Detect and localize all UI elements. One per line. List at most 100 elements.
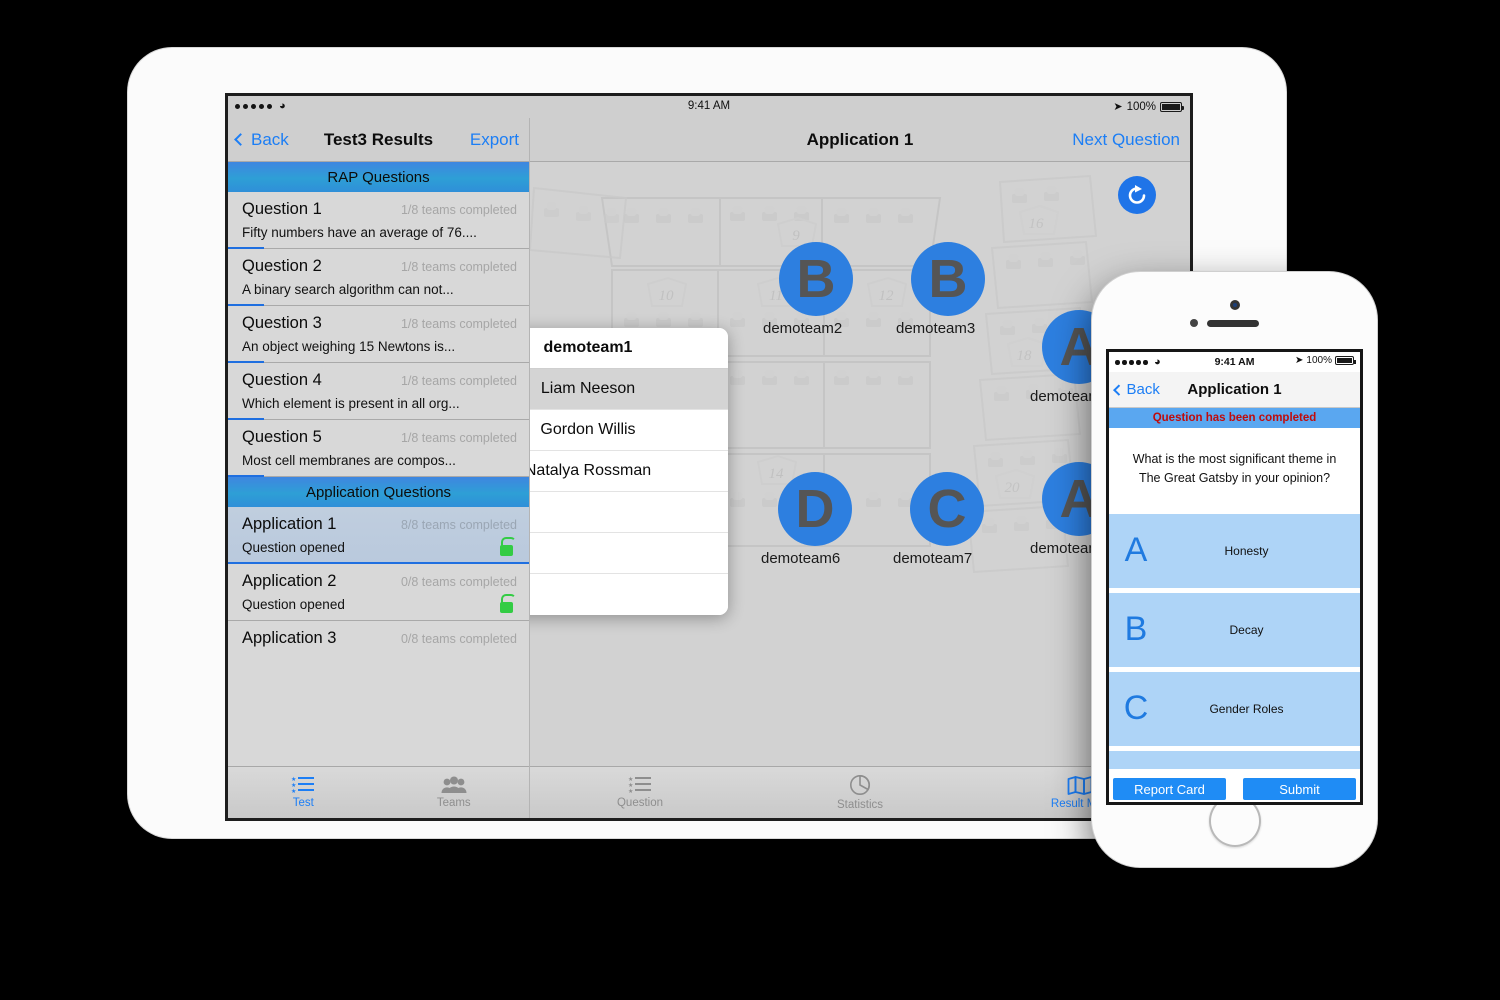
people-icon	[441, 776, 467, 793]
question-row-3[interactable]: Question 3 1/8 teams completed An object…	[228, 306, 529, 363]
refresh-button[interactable]	[1118, 176, 1156, 214]
iphone-proximity-sensor-icon	[1190, 319, 1198, 327]
row-title: Question 3	[242, 314, 322, 332]
team-bubble-demoteam3[interactable]: B	[911, 242, 985, 316]
application-row-1[interactable]: Application 1 8/8 teams completed Questi…	[228, 507, 529, 564]
row-progress-bar	[228, 474, 265, 477]
svg-text:16: 16	[1029, 216, 1045, 232]
tab-teams[interactable]: Teams	[394, 776, 514, 809]
option-letter: A	[1124, 531, 1148, 569]
result-map-canvas[interactable]: 9 10 11 12 14 16 18 20 B demoteam2 B dem…	[530, 162, 1190, 766]
location-arrow-icon: ➤	[1295, 355, 1304, 366]
question-row-2[interactable]: Question 2 1/8 teams completed A binary …	[228, 249, 529, 306]
team-answer: B	[928, 249, 968, 309]
section-header-application: Application Questions	[228, 477, 529, 507]
svg-text:★: ★	[628, 782, 633, 789]
application-row-2[interactable]: Application 2 0/8 teams completed Questi…	[228, 564, 529, 621]
popover-empty-row	[530, 533, 728, 574]
back-button[interactable]: Back	[1113, 381, 1160, 398]
popover-member-1[interactable]: Liam Neeson	[530, 369, 728, 410]
chevron-left-icon	[1113, 384, 1125, 395]
svg-text:10: 10	[659, 288, 675, 304]
application-row-3[interactable]: Application 3 0/8 teams completed	[228, 621, 529, 657]
tab-statistics[interactable]: Statistics	[800, 774, 920, 811]
svg-text:20: 20	[1005, 480, 1021, 496]
export-button[interactable]: Export	[470, 130, 519, 150]
row-subtitle: Question opened	[242, 540, 345, 555]
row-title: Question 5	[242, 428, 322, 446]
option-letter: C	[1123, 689, 1149, 727]
battery-icon	[1335, 356, 1356, 365]
row-title: Application 3	[242, 629, 337, 647]
row-subtitle: Most cell membranes are compos...	[242, 453, 456, 468]
back-button[interactable]: Back	[234, 130, 289, 150]
option-text: Decay	[1229, 622, 1264, 637]
master-navbar: Back Test3 Results Export	[228, 118, 529, 162]
svg-text:18: 18	[1017, 348, 1033, 364]
team-bubble-demoteam7[interactable]: C	[910, 472, 984, 546]
row-subtitle: Fifty numbers have an average of 76....	[242, 225, 477, 240]
detail-navbar: Application 1 Next Question	[530, 118, 1190, 162]
answer-option-c[interactable]: C Gender Roles	[1109, 671, 1360, 746]
svg-text:★: ★	[628, 776, 633, 783]
team-answer: D	[795, 479, 835, 539]
question-list[interactable]: RAP Questions Question 1 1/8 teams compl…	[228, 162, 529, 766]
tab-test[interactable]: ★ ★ ★ Test	[243, 776, 363, 809]
svg-text:14: 14	[769, 466, 785, 482]
iphone-screen: ◕ 9:41 AM ➤ 100% Back Application 1 Ques…	[1109, 352, 1360, 802]
master-tab-bar[interactable]: ★ ★ ★ Test Teams	[228, 766, 529, 818]
iphone-front-camera-icon	[1229, 300, 1240, 310]
refresh-icon	[1128, 185, 1146, 204]
ipad-master-pane: Back Test3 Results Export RAP Questions …	[228, 118, 530, 818]
tab-label: Question	[616, 797, 664, 809]
popover-header: demoteam1	[530, 328, 728, 369]
row-meta: 1/8 teams completed	[400, 431, 517, 445]
tab-label: Test	[292, 797, 314, 809]
svg-text:★: ★	[291, 776, 296, 783]
report-card-button[interactable]: Report Card	[1113, 778, 1226, 800]
back-label: Back	[1126, 381, 1160, 398]
popover-empty-row	[530, 574, 728, 615]
team-answer: C	[927, 479, 967, 539]
team-label-demoteam3: demoteam3	[896, 320, 976, 337]
question-row-4[interactable]: Question 4 1/8 teams completed Which ele…	[228, 363, 529, 420]
completion-banner: Question has been completed	[1109, 408, 1360, 428]
row-title: Question 1	[242, 200, 322, 218]
row-meta: 1/8 teams completed	[400, 374, 517, 388]
tab-question[interactable]: ★ ★ ★ Question	[580, 776, 700, 809]
answer-option-placeholder	[1109, 750, 1360, 769]
team-label-demoteam6: demoteam6	[761, 550, 841, 567]
pie-chart-icon	[850, 774, 870, 795]
popover-member-3[interactable]: Natalya Rossman	[530, 451, 728, 492]
row-separator	[228, 475, 529, 477]
status-clock: 9:41 AM	[687, 100, 731, 112]
section-header-rap: RAP Questions	[228, 162, 529, 192]
submit-button[interactable]: Submit	[1243, 778, 1356, 800]
svg-text:12: 12	[879, 288, 895, 304]
question-row-5[interactable]: Question 5 1/8 teams completed Most cell…	[228, 420, 529, 477]
tab-label: Statistics	[836, 799, 883, 811]
option-text: Honesty	[1224, 543, 1269, 558]
battery-percent: 100%	[1126, 100, 1156, 113]
question-text: What is the most significant theme in Th…	[1109, 428, 1360, 514]
unlocked-padlock-icon	[500, 545, 513, 556]
answer-option-b[interactable]: B Decay	[1109, 592, 1360, 667]
team-roster-popover[interactable]: demoteam1 Liam Neeson Gordon Willis Nata…	[530, 328, 728, 615]
battery-percent: 100%	[1306, 355, 1332, 366]
answer-option-a[interactable]: A Honesty	[1109, 513, 1360, 588]
row-title: Question 2	[242, 257, 322, 275]
question-row-1[interactable]: Question 1 1/8 teams completed Fifty num…	[228, 192, 529, 249]
team-bubble-demoteam2[interactable]: B	[779, 242, 853, 316]
iphone-device: ◕ 9:41 AM ➤ 100% Back Application 1 Ques…	[1092, 272, 1377, 867]
row-meta: 0/8 teams completed	[400, 575, 517, 589]
team-bubble-demoteam6[interactable]: D	[778, 472, 852, 546]
popover-member-2[interactable]: Gordon Willis	[530, 410, 728, 451]
iphone-home-button[interactable]	[1208, 795, 1261, 847]
iphone-status-bar: ◕ 9:41 AM ➤ 100%	[1109, 352, 1360, 372]
detail-tab-bar[interactable]: ★ ★ ★ Question Statistics Result Map	[530, 766, 1190, 818]
team-answer: B	[796, 249, 836, 309]
next-question-button[interactable]: Next Question	[1072, 130, 1180, 150]
iphone-earpiece-speaker	[1207, 320, 1259, 327]
team-label-demoteam7: demoteam7	[893, 550, 973, 567]
svg-text:★: ★	[628, 788, 633, 794]
